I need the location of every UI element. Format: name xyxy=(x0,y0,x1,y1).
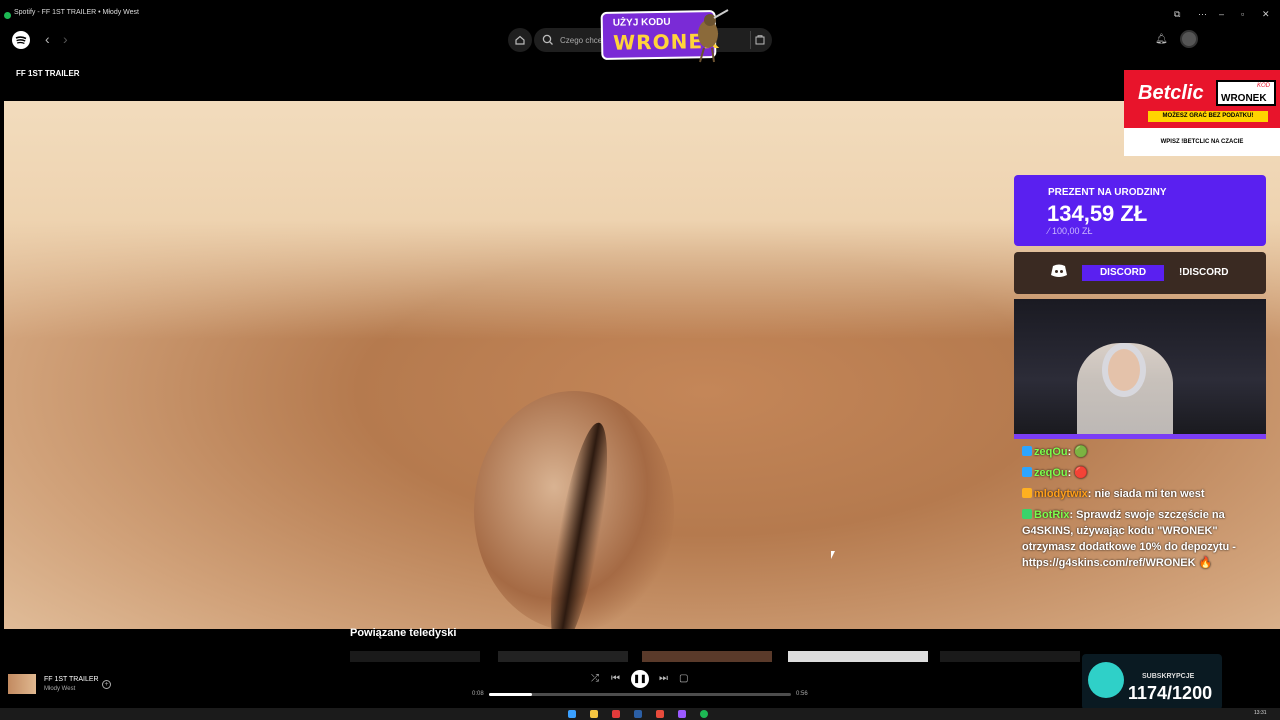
forward-icon[interactable]: › xyxy=(63,31,68,47)
subs-count: 1174/1200 xyxy=(1128,683,1213,703)
profile-avatar[interactable] xyxy=(1180,30,1198,48)
taskbar-clock: 13:31 xyxy=(1254,710,1267,716)
chrome-icon[interactable] xyxy=(656,710,664,718)
streamer-webcam xyxy=(1014,299,1266,434)
minimize-icon[interactable]: – xyxy=(1219,9,1224,19)
chat-badge-icon xyxy=(1022,509,1032,519)
notifications-bell-icon[interactable]: 🔔︎ xyxy=(1155,34,1168,45)
now-playing-cover[interactable] xyxy=(8,674,36,694)
shuffle-icon[interactable]: ⤮ xyxy=(591,673,599,684)
menu-icon[interactable]: ⋯ xyxy=(1198,9,1207,20)
discord-icon xyxy=(1051,264,1067,277)
search-icon xyxy=(542,34,553,45)
progress-bar[interactable] xyxy=(489,693,791,696)
close-icon[interactable]: ✕ xyxy=(1262,9,1270,20)
webcam-accent-bar xyxy=(1014,434,1266,439)
browse-icon[interactable] xyxy=(750,31,768,49)
back-icon[interactable]: ‹ xyxy=(45,31,50,47)
restore-icon[interactable]: ⧉ xyxy=(1174,9,1180,20)
subscriptions-widget: SUBSKRYPCJE 1174/1200 xyxy=(1082,654,1222,710)
subs-mascot-icon xyxy=(1088,662,1124,698)
goal-title: PREZENT NA URODZINY xyxy=(1048,187,1167,198)
mouse-cursor xyxy=(831,551,835,559)
chat-text: nie siada mi ten west xyxy=(1091,488,1205,500)
add-to-library-icon[interactable]: + xyxy=(102,680,111,689)
chat-text: 🔴 xyxy=(1071,467,1089,479)
chat-message: mlodytwix: nie siada mi ten west xyxy=(1022,486,1262,502)
chat-username: mlodytwix xyxy=(1034,488,1088,500)
discord-label: DISCORD xyxy=(1082,265,1164,281)
taskbar-app-icon[interactable] xyxy=(612,710,620,718)
previous-icon[interactable]: ⏮ xyxy=(611,673,620,684)
betclic-ad-overlay: Betclic KOD WRONEK MOŻESZ GRAĆ BEZ PODAT… xyxy=(1124,70,1280,156)
chat-badge-icon xyxy=(1022,488,1032,498)
window-title: Spotify - FF 1ST TRAILER • Młody West xyxy=(14,9,139,16)
spotify-logo-icon[interactable] xyxy=(12,31,30,49)
betclic-logo: Betclic xyxy=(1138,82,1204,104)
home-button[interactable] xyxy=(508,28,532,52)
chat-message: zeqOu: 🔴 xyxy=(1022,465,1262,481)
betclic-code: WRONEK xyxy=(1221,93,1267,104)
betclic-tagline: MOŻESZ GRAĆ BEZ PODATKU! xyxy=(1148,111,1268,122)
pause-button[interactable]: ❚❚ xyxy=(631,670,649,688)
steam-icon[interactable] xyxy=(634,710,642,718)
related-videos-heading: Powiązane teledyski xyxy=(350,627,457,639)
home-icon xyxy=(515,35,525,45)
spotify-favicon-icon xyxy=(4,12,11,19)
chat-username: zeqOu xyxy=(1034,446,1068,458)
lyrics-icon[interactable]: ▢ xyxy=(679,673,688,684)
spotify-taskbar-icon[interactable] xyxy=(700,710,708,718)
betclic-cta: WPISZ !BETCLIC NA CZACIE xyxy=(1124,128,1280,156)
time-total: 0:56 xyxy=(796,691,808,697)
maximize-icon[interactable]: ▫ xyxy=(1241,9,1244,19)
chat-message: zeqOu: 🟢 xyxy=(1022,444,1262,460)
goal-target: ⁄ 100,00 ZŁ xyxy=(1048,226,1093,236)
chat-badge-icon xyxy=(1022,446,1032,456)
chat-username: zeqOu xyxy=(1034,467,1068,479)
search-placeholder: Czego chce xyxy=(560,35,603,45)
discord-widget: DISCORD !DISCORD xyxy=(1014,252,1266,294)
discord-command: !DISCORD xyxy=(1179,267,1229,278)
time-current: 0:08 xyxy=(472,691,484,697)
chat-badge-icon xyxy=(1022,467,1032,477)
subs-label: SUBSKRYPCJE xyxy=(1142,673,1195,680)
page-title: FF 1ST TRAILER xyxy=(16,69,80,78)
donation-goal-widget: PREZENT NA URODZINY 134,59 ZŁ ⁄ 100,00 Z… xyxy=(1014,175,1266,246)
start-icon[interactable] xyxy=(568,710,576,718)
chat-username: BotRix xyxy=(1034,509,1070,521)
chat-overlay: zeqOu: 🟢 zeqOu: 🔴 mlodytwix: nie siada m… xyxy=(1022,444,1262,576)
now-playing-title[interactable]: FF 1ST TRAILER xyxy=(44,676,99,683)
webcam-head-headphones xyxy=(1102,343,1146,397)
chat-message: BotRix: Sprawdź swoje szczęście na G4SKI… xyxy=(1022,507,1262,571)
progress-fill xyxy=(489,693,533,696)
goal-value: 134,59 ZŁ xyxy=(1047,201,1148,226)
promo-line1: UŻYJ KODU xyxy=(612,16,671,29)
windows-taskbar xyxy=(0,708,1280,720)
discord-taskbar-icon[interactable] xyxy=(678,710,686,718)
betclic-code-box: KOD WRONEK xyxy=(1216,80,1276,106)
chat-text: 🟢 xyxy=(1071,446,1089,458)
next-icon[interactable]: ⏭ xyxy=(659,673,668,684)
betclic-code-label: KOD xyxy=(1256,83,1270,89)
promo-mascot-icon xyxy=(698,9,729,63)
file-explorer-icon[interactable] xyxy=(590,710,598,718)
now-playing-artist[interactable]: Młody West xyxy=(44,686,75,692)
